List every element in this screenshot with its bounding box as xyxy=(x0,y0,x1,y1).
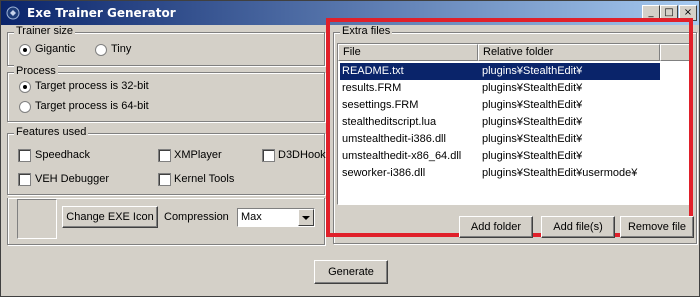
highlight-annotation-box xyxy=(326,18,693,237)
radio-32bit[interactable] xyxy=(19,81,31,93)
trainer-size-group: Trainer size Gigantic Tiny xyxy=(7,25,325,66)
trainer-generator-window: Exe Trainer Generator _ □ × Trainer size… xyxy=(0,0,700,297)
compression-label: Compression xyxy=(164,211,229,223)
chevron-down-icon xyxy=(302,216,310,220)
radio-64bit[interactable] xyxy=(19,101,31,113)
checkbox-xmplayer[interactable] xyxy=(158,149,171,162)
option-gigantic-label[interactable]: Gigantic xyxy=(35,43,75,55)
generate-button[interactable]: Generate xyxy=(314,260,388,284)
features-label: Features used xyxy=(14,126,89,138)
option-32bit-label[interactable]: Target process is 32-bit xyxy=(35,80,149,92)
process-label: Process xyxy=(14,65,58,77)
radio-gigantic[interactable] xyxy=(19,44,31,56)
features-group: Features used Speedhack XMPlayer D3DHook… xyxy=(7,126,326,195)
veh-debugger-label[interactable]: VEH Debugger xyxy=(35,173,109,185)
checkbox-kernel-tools[interactable] xyxy=(158,173,171,186)
change-exe-icon-button[interactable]: Change EXE Icon xyxy=(62,206,158,228)
d3dhook-label[interactable]: D3DHook xyxy=(278,149,326,161)
checkbox-veh-debugger[interactable] xyxy=(18,173,31,186)
compression-select[interactable]: Max xyxy=(237,208,315,227)
checkbox-d3dhook[interactable] xyxy=(262,149,275,162)
kernel-tools-label[interactable]: Kernel Tools xyxy=(174,173,234,185)
radio-tiny[interactable] xyxy=(95,44,107,56)
speedhack-label[interactable]: Speedhack xyxy=(35,149,90,161)
option-64bit-label[interactable]: Target process is 64-bit xyxy=(35,100,149,112)
app-icon xyxy=(6,6,20,20)
add-files-button[interactable]: Add file(s) xyxy=(541,216,615,238)
trainer-size-label: Trainer size xyxy=(14,25,76,37)
exe-icon-preview xyxy=(17,199,57,239)
xmplayer-label[interactable]: XMPlayer xyxy=(174,149,222,161)
option-tiny-label[interactable]: Tiny xyxy=(111,43,131,55)
process-group: Process Target process is 32-bit Target … xyxy=(7,65,325,122)
remove-file-button[interactable]: Remove file xyxy=(620,216,694,238)
window-title: Exe Trainer Generator xyxy=(27,6,176,20)
add-folder-button[interactable]: Add folder xyxy=(459,216,533,238)
compression-dropdown-button[interactable] xyxy=(298,209,314,226)
compression-value: Max xyxy=(241,211,262,223)
checkbox-speedhack[interactable] xyxy=(18,149,31,162)
